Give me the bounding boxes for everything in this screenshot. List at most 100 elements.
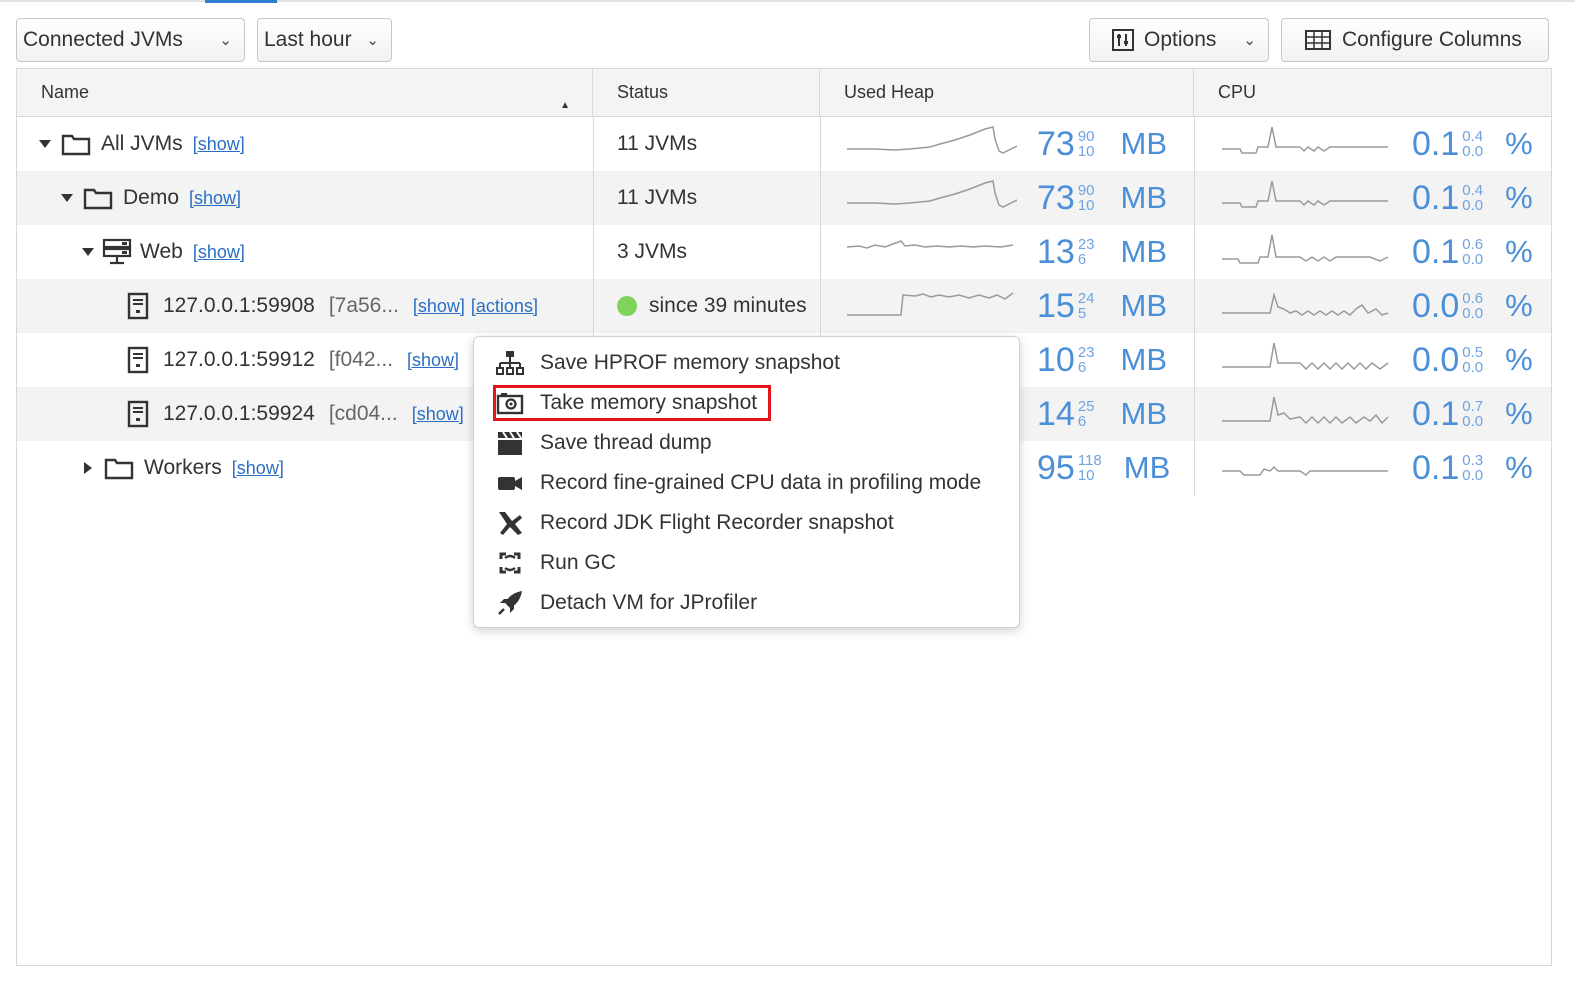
show-link[interactable]: [show] — [193, 242, 245, 263]
status-online-icon — [617, 296, 637, 316]
cpu-sparkline — [1222, 126, 1388, 154]
cpu-min: 0.0 — [1462, 413, 1484, 430]
show-link[interactable]: [show] — [193, 134, 245, 155]
jvm-icon — [127, 346, 149, 374]
heap-min: 5 — [1077, 305, 1087, 322]
connected-jvms-dropdown[interactable]: Connected JVMs ⌄ — [16, 18, 245, 62]
heap-unit: MB — [1120, 396, 1168, 431]
menu-item-save-hprof[interactable]: Save HPROF memory snapshot — [496, 345, 840, 381]
cpu-minmax: 0.5 0.0 — [1462, 345, 1483, 375]
expand-toggle-icon[interactable] — [84, 462, 92, 474]
table-row[interactable]: Demo [show] 11 JVMs 73 90 10 MB 0.1 0.4 0.… — [17, 171, 1551, 225]
table-row[interactable]: 127.0.0.1:59908 [7a56... [show] [actions… — [17, 279, 1551, 333]
heap-unit: MB — [1120, 126, 1168, 161]
heap-minmax: 23 6 — [1078, 237, 1095, 267]
show-link[interactable]: [show] — [413, 296, 465, 317]
heap-unit: MB — [1120, 342, 1168, 377]
cpu-minmax: 0.7 0.0 — [1462, 399, 1483, 429]
video-camera-icon — [498, 477, 522, 490]
heap-unit: MB — [1120, 180, 1168, 215]
chevron-down-icon: ⌄ — [219, 32, 232, 49]
heap-unit: MB — [1123, 450, 1171, 485]
heap-max: 23 — [1077, 236, 1095, 253]
expand-toggle-icon[interactable] — [61, 194, 73, 202]
heap-minmax: 23 6 — [1078, 345, 1095, 375]
heap-minmax: 118 10 — [1078, 453, 1102, 483]
cpu-max: 0.5 — [1462, 344, 1484, 361]
cpu-minmax: 0.3 0.0 — [1462, 453, 1483, 483]
table-row[interactable]: Web [show] 3 JVMs 13 23 6 MB 0.1 0.6 0.0 % — [17, 225, 1551, 279]
row-status: since 39 minutes — [649, 294, 807, 317]
cpu-unit: % — [1505, 126, 1533, 161]
heap-min: 10 — [1077, 197, 1095, 214]
row-name: Demo — [123, 186, 180, 209]
expand-toggle-icon[interactable] — [39, 140, 51, 148]
options-icon — [1112, 29, 1134, 51]
cpu-sparkline — [1222, 396, 1389, 425]
column-header-cpu[interactable]: CPU — [1194, 69, 1551, 116]
expand-toggle-icon[interactable] — [82, 248, 94, 256]
column-header-heap[interactable]: Used Heap — [820, 69, 1194, 116]
heap-min: 6 — [1077, 413, 1087, 430]
vm-id: [f042... — [328, 348, 394, 371]
heap-minmax: 24 5 — [1078, 291, 1095, 321]
cpu-max: 0.6 — [1462, 236, 1484, 253]
cpu-minmax: 0.6 0.0 — [1462, 291, 1483, 321]
row-name: All JVMs — [101, 132, 183, 155]
row-name: 127.0.0.1:59924 — [163, 402, 315, 425]
menu-item-label: Detach VM for JProfiler — [540, 591, 758, 614]
menu-item-run-gc[interactable]: Run GC — [496, 545, 616, 581]
actions-context-menu: Save HPROF memory snapshot Take memory s… — [473, 336, 1020, 628]
column-header-heap-label: Used Heap — [844, 82, 935, 102]
cpu-min: 0.0 — [1462, 143, 1484, 160]
cpu-min: 0.0 — [1462, 251, 1484, 268]
cpu-min: 0.0 — [1462, 305, 1484, 322]
menu-item-record-jfr[interactable]: Record JDK Flight Recorder snapshot — [496, 505, 894, 541]
configure-columns-button[interactable]: Configure Columns — [1281, 18, 1549, 62]
show-link[interactable]: [show] — [412, 404, 464, 425]
column-divider — [1194, 116, 1195, 496]
menu-item-save-thread-dump[interactable]: Save thread dump — [496, 425, 712, 461]
row-status: 11 JVMs — [617, 186, 698, 209]
cpu-sparkline — [1222, 465, 1388, 476]
menu-item-detach-vm[interactable]: Detach VM for JProfiler — [496, 585, 757, 621]
heap-max: 90 — [1077, 128, 1095, 145]
cpu-value: 0.1 — [1412, 178, 1460, 217]
column-header-status-label: Status — [617, 82, 669, 102]
time-range-dropdown[interactable]: Last hour ⌄ — [257, 18, 392, 62]
show-link[interactable]: [show] — [407, 350, 459, 371]
connected-jvms-label: Connected JVMs — [23, 28, 183, 51]
show-link[interactable]: [show] — [232, 458, 284, 479]
actions-link[interactable]: [actions] — [471, 296, 538, 317]
heap-sparkline — [847, 180, 1017, 208]
heap-value: 10 — [1037, 340, 1075, 379]
cpu-unit: % — [1505, 234, 1533, 269]
heap-value: 15 — [1037, 286, 1075, 325]
cpu-minmax: 0.6 0.0 — [1462, 237, 1483, 267]
airplane-icon — [499, 512, 522, 535]
column-header-name[interactable]: Name ▲ — [17, 69, 593, 116]
cpu-min: 0.0 — [1462, 197, 1484, 214]
menu-item-record-cpu[interactable]: Record fine-grained CPU data in profilin… — [496, 465, 981, 501]
options-button[interactable]: Options ⌄ — [1089, 18, 1269, 62]
heap-max: 24 — [1077, 290, 1095, 307]
chevron-down-icon: ⌄ — [366, 32, 379, 49]
active-tab-indicator — [205, 0, 277, 3]
heap-min: 6 — [1077, 251, 1087, 268]
heap-max: 118 — [1077, 452, 1102, 469]
cpu-unit: % — [1505, 180, 1533, 215]
menu-item-label: Save HPROF memory snapshot — [540, 351, 840, 374]
heap-unit: MB — [1120, 234, 1168, 269]
heap-sparkline — [846, 240, 1014, 249]
show-link[interactable]: [show] — [189, 188, 241, 209]
column-header-status[interactable]: Status — [593, 69, 820, 116]
cpu-unit: % — [1505, 342, 1533, 377]
recycle-icon — [499, 552, 521, 574]
heap-minmax: 90 10 — [1078, 183, 1095, 213]
menu-item-label: Record JDK Flight Recorder snapshot — [540, 511, 894, 534]
table-row[interactable]: All JVMs [show] 11 JVMs 73 90 10 MB 0.1 0… — [17, 117, 1551, 171]
cpu-sparkline — [1222, 342, 1389, 371]
cpu-sparkline — [1222, 180, 1388, 208]
clapperboard-icon — [498, 431, 522, 455]
heap-value: 95 — [1037, 448, 1075, 487]
